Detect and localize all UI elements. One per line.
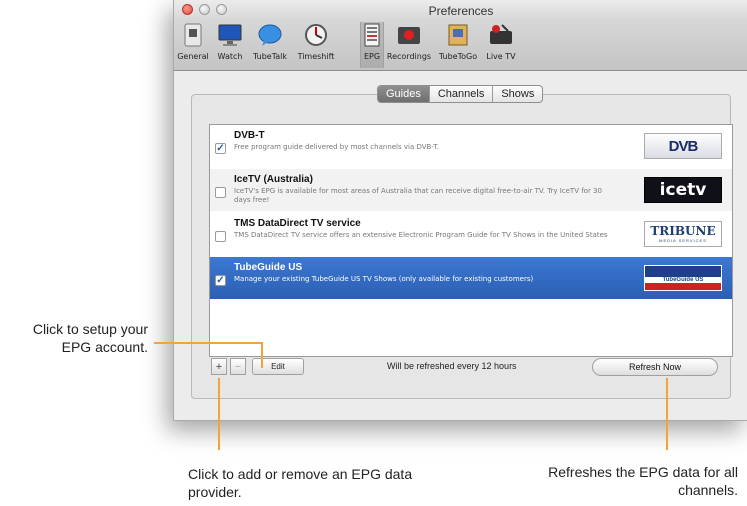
guide-checkbox[interactable]: ✓	[215, 143, 226, 154]
list-item[interactable]: TMS DataDirect TV service TMS DataDirect…	[210, 213, 732, 255]
guide-checkbox[interactable]	[215, 187, 226, 198]
tubeguide-logo: TubeGuide US	[644, 265, 722, 291]
live-tv-icon	[487, 22, 515, 48]
title-bar: Preferences	[174, 0, 747, 20]
refresh-interval-text: Will be refreshed every 12 hours	[387, 361, 517, 371]
monitor-icon	[216, 22, 244, 48]
list-item[interactable]: ✓ TubeGuide US Manage your existing Tube…	[210, 257, 732, 299]
callout-line-refresh	[666, 378, 668, 450]
toolbar-watch[interactable]: Watch	[214, 22, 246, 68]
icetv-logo: icetv	[644, 177, 722, 203]
dvb-logo: DVB	[644, 133, 722, 159]
toolbar-epg[interactable]: EPG	[360, 22, 384, 68]
tribune-logo: TRIBUNE MEDIA SERVICES	[644, 221, 722, 247]
edit-button[interactable]: Edit	[252, 358, 304, 375]
general-icon	[179, 22, 207, 48]
remove-provider-button[interactable]: −	[230, 358, 246, 375]
list-item[interactable]: ✓ DVB-T Free program guide delivered by …	[210, 125, 732, 167]
guide-checkbox[interactable]	[215, 231, 226, 242]
add-provider-button[interactable]: +	[211, 358, 227, 375]
preferences-toolbar: General Watch TubeTalk Timeshift EPG Rec…	[174, 20, 747, 71]
window-title: Preferences	[428, 4, 494, 18]
list-item[interactable]: IceTV (Australia) IceTV's EPG is availab…	[210, 169, 732, 211]
toolbar-timeshift[interactable]: Timeshift	[295, 22, 337, 68]
annotation-setup: Click to setup your EPG account.	[32, 321, 148, 355]
annotation-refresh: Refreshes the EPG data for all channels.	[548, 464, 738, 498]
callout-line-edit-drop	[261, 342, 263, 368]
tab-channels[interactable]: Channels	[430, 86, 494, 102]
toolbar-tubetalk[interactable]: TubeTalk	[249, 22, 291, 68]
guide-checkbox[interactable]: ✓	[215, 275, 226, 286]
guide-provider-list: ✓ DVB-T Free program guide delivered by …	[209, 124, 733, 357]
annotation-add-remove: Click to add or remove an EPG data provi…	[188, 466, 413, 500]
callout-line-edit	[154, 342, 262, 344]
callout-line-add	[218, 378, 220, 450]
epg-icon	[358, 22, 386, 48]
toolbar-recordings[interactable]: Recordings	[385, 22, 433, 68]
toolbar-tubetogo[interactable]: TubeToGo	[437, 22, 479, 68]
timeshift-icon	[302, 22, 330, 48]
tab-bar: Guides Channels Shows	[377, 85, 544, 103]
refresh-now-button[interactable]: Refresh Now	[592, 358, 718, 376]
tubetogo-icon	[444, 22, 472, 48]
record-icon	[395, 22, 423, 48]
list-controls: + − Edit Will be refreshed every 12 hour…	[209, 358, 731, 378]
tab-guides[interactable]: Guides	[378, 86, 430, 102]
toolbar-live-tv[interactable]: Live TV	[482, 22, 520, 68]
toolbar-general[interactable]: General	[176, 22, 210, 68]
speech-bubble-icon	[256, 22, 284, 48]
tab-shows[interactable]: Shows	[493, 86, 542, 102]
